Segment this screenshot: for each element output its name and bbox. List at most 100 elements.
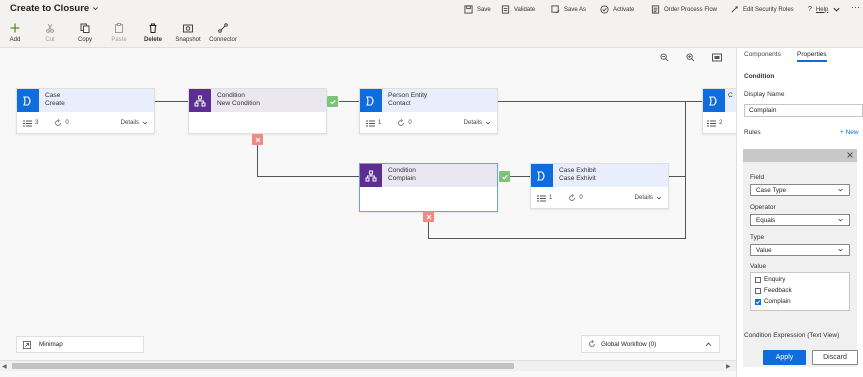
- steps-count: 1: [366, 120, 381, 127]
- copy-button[interactable]: Copy: [68, 23, 102, 43]
- chevron-down-icon: [93, 7, 99, 11]
- option-enquiry[interactable]: Enquiry: [755, 276, 785, 283]
- node-type: C: [728, 92, 733, 99]
- save-icon: [464, 5, 473, 14]
- display-name-label: Display Name: [744, 91, 785, 98]
- order-process-flow-button[interactable]: Order Process Flow: [651, 5, 717, 14]
- sync-icon: [589, 340, 595, 347]
- chevron-down-icon: [838, 218, 843, 222]
- node-name: Complain: [388, 175, 416, 182]
- node-name: Case Exhivit: [559, 175, 596, 182]
- save-button[interactable]: Save: [464, 5, 491, 14]
- validate-icon: [501, 5, 510, 14]
- validate-button[interactable]: Validate: [501, 5, 535, 14]
- apply-button[interactable]: Apply: [763, 350, 806, 365]
- option-complain[interactable]: Complain: [755, 298, 791, 305]
- rule-card-header: [743, 149, 857, 162]
- checkbox[interactable]: [755, 287, 761, 294]
- connector-line: [257, 140, 258, 176]
- sync-icon: [398, 119, 405, 126]
- minimap-toggle[interactable]: Minimap: [16, 336, 144, 353]
- connector-line: [428, 238, 686, 239]
- cut-button[interactable]: Cut: [33, 23, 67, 43]
- activate-button[interactable]: Activate: [600, 5, 634, 14]
- sync-count: 0: [54, 119, 69, 127]
- process-title[interactable]: Create to Closure: [10, 3, 99, 14]
- add-button[interactable]: Add: [0, 23, 32, 43]
- no-branch-badge[interactable]: [423, 211, 434, 222]
- stage-node-exhibit[interactable]: Case Exhibit Case Exhivit 1 0 Details: [530, 163, 669, 209]
- yes-branch-badge[interactable]: [499, 171, 510, 182]
- new-rule-button[interactable]: + New: [840, 129, 859, 136]
- copy-icon: [80, 23, 90, 33]
- horizontal-scrollbar[interactable]: ◀ ▶: [0, 360, 736, 371]
- display-name-input[interactable]: Complain: [744, 104, 863, 117]
- steps-count: 3: [23, 120, 38, 127]
- value-label: Value: [750, 263, 767, 270]
- scroll-left-icon[interactable]: ◀: [2, 363, 7, 370]
- close-icon: [255, 137, 260, 142]
- details-toggle[interactable]: Details: [464, 120, 491, 126]
- sync-count: 0: [568, 194, 583, 202]
- details-toggle[interactable]: Details: [121, 120, 148, 126]
- tab-properties[interactable]: Properties: [797, 49, 827, 62]
- check-icon: [501, 174, 508, 179]
- global-workflow-panel[interactable]: Global Workflow (0): [581, 335, 720, 353]
- connector-icon: [218, 23, 228, 33]
- stage-node-case[interactable]: Case Create 3 0 Details: [16, 88, 155, 134]
- chevron-down-icon: [833, 7, 840, 12]
- check-icon: [755, 299, 761, 304]
- operator-select[interactable]: Equals: [750, 214, 850, 226]
- delete-button[interactable]: Delete: [136, 23, 170, 43]
- node-type: Person Entity: [388, 92, 428, 99]
- details-toggle[interactable]: Details: [635, 195, 662, 201]
- checkbox-checked[interactable]: [755, 298, 761, 305]
- plus-icon: [10, 23, 20, 33]
- yes-branch-badge[interactable]: [327, 96, 338, 107]
- operator-label: Operator: [750, 204, 776, 211]
- zoom-out-button[interactable]: [660, 53, 669, 64]
- checkbox[interactable]: [755, 276, 761, 283]
- sync-count: 0: [397, 119, 412, 127]
- stage-node-person[interactable]: Person Entity Contact 1 0 Details: [359, 88, 498, 134]
- chevron-down-icon: [656, 196, 662, 200]
- condition-node-complain[interactable]: Condition Complain: [359, 163, 498, 212]
- connector-button[interactable]: Connector: [206, 23, 240, 43]
- edit-security-roles-button[interactable]: Edit Security Roles: [730, 5, 794, 14]
- close-icon: [847, 152, 853, 158]
- scrollbar-thumb[interactable]: [12, 363, 514, 369]
- help-button[interactable]: ? Help: [808, 5, 841, 14]
- type-label: Type: [750, 234, 765, 241]
- field-select[interactable]: Case Type: [750, 184, 850, 196]
- discard-button[interactable]: Discard: [812, 350, 858, 365]
- connector-line: [498, 101, 702, 102]
- no-branch-badge[interactable]: [252, 134, 263, 145]
- zoom-in-button[interactable]: [686, 53, 695, 64]
- condition-node-new[interactable]: Condition New Condition: [188, 88, 327, 134]
- snapshot-button[interactable]: Snapshot: [171, 23, 205, 43]
- minimap-icon: [23, 340, 31, 349]
- stage-node-partial[interactable]: C 2: [702, 88, 736, 134]
- condition-icon: [189, 89, 211, 112]
- section-title: Condition: [744, 73, 775, 80]
- chevron-down-icon: [485, 121, 491, 125]
- node-name: Create: [45, 100, 65, 107]
- fit-to-screen-button[interactable]: [712, 53, 722, 64]
- steps-icon: [707, 120, 716, 126]
- save-as-button[interactable]: Save As: [551, 5, 586, 14]
- steps-count: 2: [707, 120, 722, 127]
- connector-line: [339, 101, 359, 102]
- type-select[interactable]: Value: [750, 244, 850, 256]
- option-feedback[interactable]: Feedback: [755, 287, 792, 294]
- condition-expression-link[interactable]: Condition Expression (Text View): [744, 332, 839, 339]
- scroll-right-icon[interactable]: ▶: [726, 363, 731, 370]
- more-icon[interactable]: ···: [851, 2, 860, 12]
- remove-rule-button[interactable]: [846, 151, 854, 161]
- tab-components[interactable]: Components: [744, 49, 781, 60]
- close-icon: [426, 214, 431, 219]
- command-bar: Create to Closure Save Validate Save As …: [0, 0, 863, 48]
- steps-icon: [366, 120, 375, 126]
- paste-button[interactable]: Paste: [102, 23, 136, 43]
- stage-icon: [703, 89, 725, 112]
- node-name: New Condition: [217, 100, 260, 107]
